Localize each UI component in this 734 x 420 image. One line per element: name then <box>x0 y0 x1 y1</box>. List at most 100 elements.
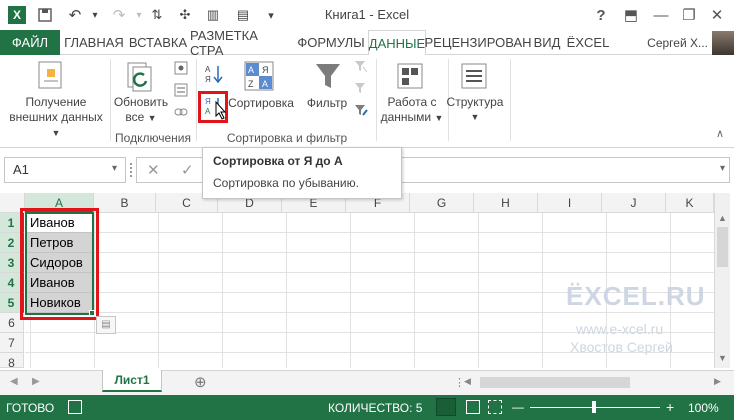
connections-group-label: Подключения <box>115 131 191 145</box>
macro-record-icon[interactable] <box>68 400 82 414</box>
status-ready: ГОТОВО <box>6 401 55 415</box>
page-layout-icon[interactable] <box>466 400 480 414</box>
data-tools-line1: Работа с <box>387 95 437 109</box>
vertical-scrollbar[interactable]: ▲ ▼ <box>714 193 730 368</box>
sort-az-icon[interactable]: АЯ <box>204 63 224 85</box>
avatar <box>712 30 734 55</box>
tooltip: Сортировка от Я до А Сортировка по убыва… <box>202 147 402 199</box>
refresh-all-icon[interactable] <box>124 59 160 95</box>
properties-icon[interactable] <box>174 83 188 97</box>
formula-bar-grip-icon <box>130 163 132 177</box>
filter-icon[interactable] <box>314 61 342 91</box>
ribbon-divider <box>376 59 377 141</box>
highlight-frame <box>20 208 99 320</box>
sort-dialog-icon[interactable]: АЯZA <box>244 61 274 91</box>
chevron-down-icon: ▼ <box>434 113 444 123</box>
filter-button[interactable]: Фильтр <box>302 96 352 111</box>
tab-view[interactable]: ВИД <box>530 30 564 55</box>
column-header[interactable]: J <box>602 193 666 213</box>
column-header[interactable]: I <box>538 193 602 213</box>
close-button[interactable]: ✕ <box>704 4 730 26</box>
expand-formula-icon[interactable]: ▾ <box>720 163 725 174</box>
sheet-tab-lист1[interactable]: Лист1 <box>102 370 162 392</box>
name-box[interactable]: A1 <box>4 157 126 183</box>
svg-text:A: A <box>262 79 268 89</box>
cancel-icon[interactable]: ✕ <box>147 161 160 179</box>
chevron-down-icon: ▼ <box>51 128 61 138</box>
refresh-line2: все <box>125 110 145 124</box>
ribbon: Получение внешних данных ▼ Обновить все … <box>0 55 734 148</box>
tab-review[interactable]: РЕЦЕНЗИРОВАН <box>425 30 532 55</box>
column-header[interactable]: B <box>94 193 156 213</box>
normal-view-icon[interactable] <box>436 398 456 416</box>
quick-analysis-icon[interactable]: ▤ <box>96 316 116 334</box>
ribbon-display-icon[interactable]: ⬒ <box>618 4 644 26</box>
data-tools-icon[interactable] <box>396 61 424 91</box>
scroll-up-icon[interactable]: ▲ <box>718 213 727 223</box>
scroll-down-icon[interactable]: ▼ <box>718 353 727 363</box>
svg-text:Я: Я <box>262 65 269 75</box>
zoom-slider-thumb[interactable] <box>592 401 596 413</box>
help-button[interactable]: ? <box>588 4 614 26</box>
row-header[interactable]: 7 <box>0 333 24 353</box>
svg-text:А: А <box>205 65 211 74</box>
svg-text:Z: Z <box>248 79 254 89</box>
column-header[interactable]: G <box>410 193 474 213</box>
collapse-ribbon-icon[interactable]: ∧ <box>716 127 730 141</box>
row-header[interactable]: 8 <box>0 353 24 370</box>
sheet-prev-icon[interactable]: ◀ <box>10 376 18 387</box>
add-sheet-icon[interactable]: ⊕ <box>194 373 207 391</box>
worksheet-grid[interactable]: A B C D E F G H I J K 1 2 3 4 5 6 7 8 Ив… <box>0 147 734 370</box>
get-external-line2: внешних данных <box>9 110 103 124</box>
reapply-filter-icon[interactable] <box>354 81 368 95</box>
tab-formulas[interactable]: ФОРМУЛЫ <box>296 30 366 55</box>
tab-data[interactable]: ДАННЫЕ <box>368 30 426 56</box>
svg-text:А: А <box>205 107 211 116</box>
restore-button[interactable]: ❐ <box>676 4 702 26</box>
hscroll-thumb[interactable] <box>480 377 630 388</box>
user-name: Сергей Х... <box>647 35 708 50</box>
enter-icon[interactable]: ✓ <box>181 161 194 179</box>
name-box-dropdown-icon[interactable]: ▾ <box>112 163 117 174</box>
watermark-author: Хвостов Сергей <box>570 339 673 355</box>
ribbon-divider <box>196 59 197 141</box>
external-data-icon[interactable] <box>36 59 66 91</box>
outline-button[interactable]: Структура ▼ <box>446 95 504 125</box>
zoom-in-button[interactable]: + <box>666 399 674 415</box>
minimize-button[interactable]: — <box>648 4 674 26</box>
outline-label: Структура <box>446 95 504 109</box>
tab-file[interactable]: ФАЙЛ <box>0 30 60 55</box>
watermark-url: www.e-xcel.ru <box>576 321 664 337</box>
refresh-all-button[interactable]: Обновить все ▼ <box>108 95 174 126</box>
tab-page-layout[interactable]: РАЗМЕТКА СТРА <box>190 28 294 58</box>
watermark-logo: ЁXCEL.RU <box>566 281 706 311</box>
zoom-out-button[interactable]: — <box>512 400 524 414</box>
sheet-next-icon[interactable]: ▶ <box>32 376 40 387</box>
refresh-line1: Обновить <box>113 95 169 109</box>
scroll-thumb[interactable] <box>717 227 728 267</box>
column-header[interactable]: K <box>666 193 714 213</box>
get-external-data-button[interactable]: Получение внешних данных ▼ <box>4 95 108 141</box>
ribbon-divider <box>510 59 511 141</box>
sheet-tab-bar: ◀ ▶ Лист1 ⊕ ⋮ ◀ ▶ <box>0 370 734 395</box>
connections-icon[interactable] <box>174 61 188 75</box>
mouse-cursor-icon <box>214 100 228 121</box>
tab-home[interactable]: ГЛАВНАЯ <box>62 30 126 55</box>
title-bar: X ↶ ▾ ↷ ▾ ⇅ ✣ ▥ ▤ ▾ Книга1 - Excel ? ⬒ —… <box>0 0 734 30</box>
page-break-icon[interactable] <box>488 400 502 414</box>
sort-button[interactable]: Сортировка <box>228 96 294 111</box>
tab-insert[interactable]: ВСТАВКА <box>128 30 188 55</box>
clear-filter-icon[interactable] <box>354 59 368 73</box>
zoom-level[interactable]: 100% <box>688 401 719 415</box>
data-tools-button[interactable]: Работа с данными ▼ <box>380 95 444 126</box>
hscroll-right-icon[interactable]: ▶ <box>714 376 721 387</box>
edit-links-icon[interactable] <box>174 105 188 119</box>
outline-icon[interactable] <box>460 61 488 91</box>
column-header[interactable]: H <box>474 193 538 213</box>
advanced-filter-icon[interactable] <box>354 103 368 117</box>
chevron-down-icon: ▼ <box>147 113 157 123</box>
data-tools-line2: данными <box>380 110 432 124</box>
hscroll-left-icon[interactable]: ◀ <box>464 376 471 387</box>
user-account[interactable]: Сергей Х... <box>647 30 734 55</box>
tab-excel-addin[interactable]: ЁXCEL <box>566 30 610 55</box>
